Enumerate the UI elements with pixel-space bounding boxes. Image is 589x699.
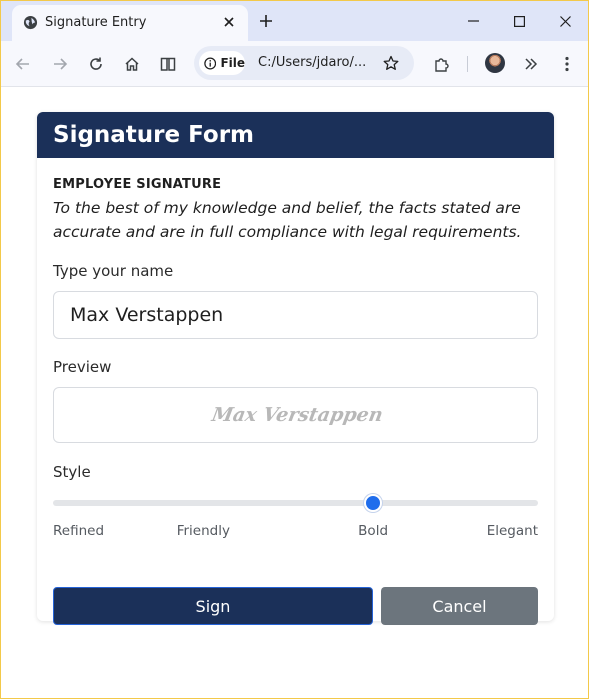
signature-preview: Max Verstappen xyxy=(53,387,538,443)
plus-icon xyxy=(260,15,272,27)
name-input[interactable] xyxy=(53,291,538,339)
minimize-button[interactable] xyxy=(450,1,496,41)
form-header: Signature Form xyxy=(37,112,554,158)
legal-statement: To the best of my knowledge and belief, … xyxy=(53,199,522,241)
style-slider-labels: Refined Friendly Bold Elegant xyxy=(53,523,538,543)
menu-button[interactable] xyxy=(555,52,579,76)
tab-strip: Signature Entry xyxy=(1,1,588,41)
extensions-button[interactable] xyxy=(429,52,453,76)
reload-icon xyxy=(90,57,102,70)
home-icon xyxy=(125,57,139,71)
new-tab-button[interactable] xyxy=(254,9,278,33)
globe-icon xyxy=(23,15,38,30)
home-button[interactable] xyxy=(120,52,144,76)
more-tools-button[interactable] xyxy=(519,52,543,76)
browser-toolbar: File C:/Users/jdaro/... xyxy=(1,41,588,87)
section-heading: EMPLOYEE SIGNATURE xyxy=(53,177,222,192)
arrow-right-icon xyxy=(54,58,68,70)
puzzle-icon xyxy=(434,57,449,72)
reading-mode-button[interactable] xyxy=(156,52,180,76)
url-text[interactable]: C:/Users/jdaro/... xyxy=(258,55,366,70)
style-slider-thumb[interactable] xyxy=(364,494,383,512)
signature-form-card: Signature Form EMPLOYEE SIGNATURE To the… xyxy=(37,112,554,625)
maximize-button[interactable] xyxy=(496,1,542,41)
arrow-left-icon xyxy=(15,58,29,70)
window-close-button[interactable] xyxy=(542,1,588,41)
reload-button[interactable] xyxy=(84,52,108,76)
forward-button[interactable] xyxy=(48,52,72,76)
name-label: Type your name xyxy=(53,262,174,280)
info-icon xyxy=(204,57,217,69)
close-icon xyxy=(559,15,571,27)
chevron-double-right-icon xyxy=(525,58,538,70)
file-chip-label: File xyxy=(220,56,245,70)
tab-close-button[interactable] xyxy=(218,11,240,33)
browser-window: Signature Entry File C:/Users/jdaro/... … xyxy=(1,1,588,698)
style-option-refined[interactable]: Refined xyxy=(53,523,104,539)
site-info-chip[interactable]: File xyxy=(199,51,245,75)
minimize-icon xyxy=(467,20,479,22)
bookmark-button[interactable] xyxy=(380,52,402,74)
preview-label: Preview xyxy=(53,358,112,376)
page-content: Signature Form EMPLOYEE SIGNATURE To the… xyxy=(1,87,588,698)
tab-title: Signature Entry xyxy=(45,15,147,30)
style-option-friendly[interactable]: Friendly xyxy=(177,523,230,539)
kebab-menu-icon xyxy=(565,56,569,72)
form-title: Signature Form xyxy=(53,122,255,148)
profile-avatar[interactable] xyxy=(485,53,505,73)
book-icon xyxy=(160,57,176,71)
style-slider-track[interactable] xyxy=(53,500,538,506)
style-option-elegant[interactable]: Elegant xyxy=(487,523,538,539)
star-icon xyxy=(383,55,399,70)
cancel-button[interactable]: Cancel xyxy=(381,587,538,625)
back-button[interactable] xyxy=(11,52,35,76)
close-icon xyxy=(224,17,234,27)
address-bar[interactable]: File C:/Users/jdaro/... xyxy=(194,46,414,80)
style-label: Style xyxy=(53,463,91,481)
toolbar-separator xyxy=(467,56,468,72)
style-option-bold[interactable]: Bold xyxy=(358,523,388,539)
preview-signature-text: Max Verstappen xyxy=(210,404,385,426)
browser-tab[interactable]: Signature Entry xyxy=(12,5,248,41)
sign-button[interactable]: Sign xyxy=(53,587,373,625)
maximize-icon xyxy=(513,15,525,27)
